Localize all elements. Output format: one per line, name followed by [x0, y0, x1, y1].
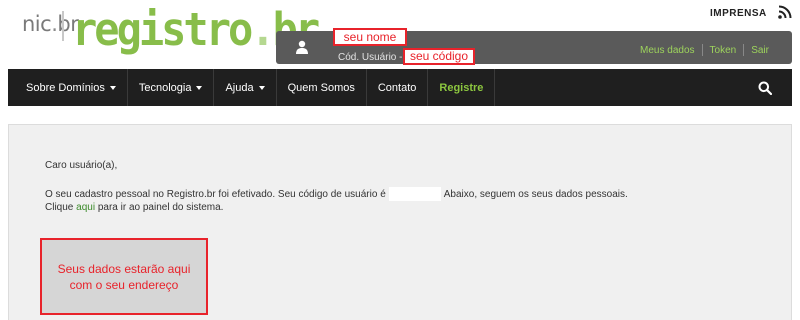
nav-item-contato[interactable]: Contato — [367, 69, 429, 106]
data-placeholder-line: com o seu endereço — [69, 277, 179, 292]
nav-item-quem-somos[interactable]: Quem Somos — [277, 69, 367, 106]
meus-dados-link[interactable]: Meus dados — [640, 45, 694, 56]
data-placeholder-line: Seus dados estarão aqui — [57, 261, 191, 276]
user-code-placeholder: seu código — [403, 48, 475, 65]
nav-item-sobre-dominios[interactable]: Sobre Domínios — [8, 69, 128, 106]
nav-item-tecnologia[interactable]: Tecnologia — [128, 69, 215, 106]
nav-item-label: Registre — [439, 81, 484, 94]
user-bar: seu nome Cód. Usuário - seu código Meus … — [276, 28, 792, 65]
personal-data-placeholder: Seus dados estarão aqui com o seu endere… — [40, 238, 208, 315]
rss-icon[interactable] — [778, 5, 792, 19]
content-panel: Caro usuário(a), O seu cadastro pessoal … — [8, 124, 792, 320]
confirmation-text-start: O seu cadastro pessoal no Registro.br fo… — [45, 188, 386, 200]
panel-link-text-start: Clique — [45, 202, 74, 213]
nav-item-ajuda[interactable]: Ajuda — [214, 69, 277, 106]
nav-item-label: Tecnologia — [138, 81, 192, 94]
nav-item-label: Contato — [377, 81, 417, 94]
user-icon — [296, 40, 308, 54]
confirmation-text: O seu cadastro pessoal no Registro.br fo… — [45, 187, 628, 201]
nav-item-label: Sobre Domínios — [26, 81, 105, 94]
user-code-label: Cód. Usuário - — [338, 52, 403, 63]
caret-down-icon — [196, 85, 203, 90]
nav-item-registre[interactable]: Registre — [428, 69, 496, 106]
caret-down-icon — [109, 85, 116, 90]
greeting-text: Caro usuário(a), — [45, 160, 118, 171]
aqui-link[interactable]: aqui — [76, 202, 95, 213]
nav-item-label: Quem Somos — [287, 81, 355, 94]
logo-dot: . — [250, 3, 275, 56]
logo-nic-text: nic — [22, 12, 52, 36]
user-code-blank — [388, 187, 441, 201]
link-divider — [743, 44, 745, 56]
logo-divider — [62, 11, 64, 41]
user-name-placeholder: seu nome — [333, 28, 407, 46]
nav-item-label: Ajuda — [225, 81, 254, 94]
user-links: Meus dados Token Sair — [640, 44, 769, 56]
search-icon[interactable] — [758, 81, 772, 95]
panel-link-text: Clique aqui para ir ao painel do sistema… — [45, 202, 223, 213]
sair-link[interactable]: Sair — [751, 45, 769, 56]
caret-down-icon — [258, 85, 265, 90]
logo-registro-text: registro — [72, 3, 253, 56]
link-divider — [701, 44, 703, 56]
token-link[interactable]: Token — [710, 45, 737, 56]
confirmation-text-end: Abaixo, seguem os seus dados pessoais. — [443, 188, 628, 200]
imprensa-link[interactable]: IMPRENSA — [710, 8, 767, 19]
main-nav: Sobre Domínios Tecnologia Ajuda Quem Som… — [8, 69, 792, 106]
panel-link-text-end: para ir ao painel do sistema. — [97, 202, 224, 213]
nic-br-logo[interactable]: nic.br — [22, 12, 79, 36]
